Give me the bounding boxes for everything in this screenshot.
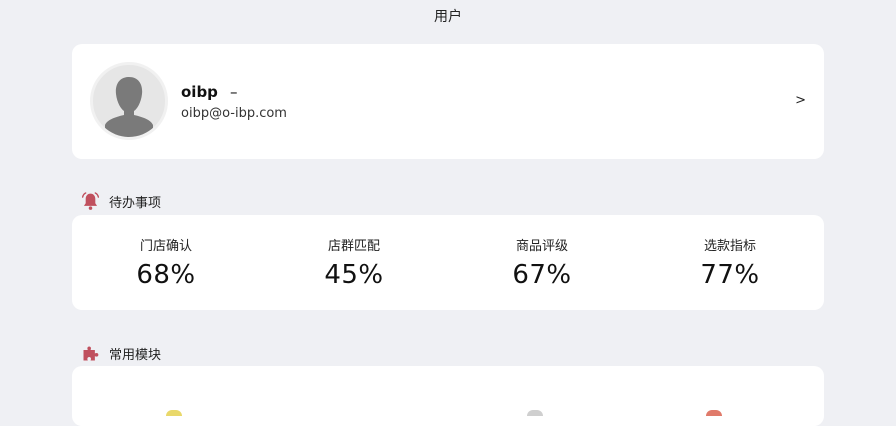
metric-store-confirm[interactable]: 门店确认 68% (72, 215, 260, 310)
metric-label: 选款指标 (703, 239, 756, 254)
metric-value: 45% (324, 260, 384, 290)
metric-label: 店群匹配 (327, 239, 380, 254)
metric-value: 68% (136, 260, 196, 290)
user-name: oibp (181, 83, 218, 101)
bell-icon (81, 191, 100, 210)
modules-section-header: 常用模块 (80, 342, 161, 364)
metric-label: 门店确认 (139, 239, 192, 254)
metric-product-rating[interactable]: 商品评级 67% (448, 215, 636, 310)
todo-section-header: 待办事项 (80, 190, 161, 212)
avatar (90, 62, 168, 140)
modules-card (72, 366, 824, 426)
todo-section-title: 待办事项 (109, 195, 162, 211)
user-email: oibp@o-ibp.com (181, 106, 287, 121)
module-icon-hint (706, 410, 722, 416)
metric-value: 67% (512, 260, 572, 290)
metric-value: 77% (700, 260, 760, 290)
user-role: – (230, 83, 238, 101)
puzzle-icon (83, 346, 99, 360)
page-title: 用户 (434, 9, 462, 25)
modules-section-title: 常用模块 (109, 347, 162, 363)
module-icon-hint (166, 410, 182, 416)
metric-style-index[interactable]: 选款指标 77% (636, 215, 824, 310)
todo-card: 门店确认 68% 店群匹配 45% 商品评级 67% 选款指标 77% (72, 215, 824, 310)
user-silhouette-icon (105, 77, 153, 137)
module-icon-hint (527, 410, 543, 416)
chevron-right-icon[interactable]: > (795, 93, 806, 108)
metric-label: 商品评级 (515, 239, 568, 254)
user-profile-card[interactable]: oibp – oibp@o-ibp.com > (72, 44, 824, 159)
metric-store-group-match[interactable]: 店群匹配 45% (260, 215, 448, 310)
